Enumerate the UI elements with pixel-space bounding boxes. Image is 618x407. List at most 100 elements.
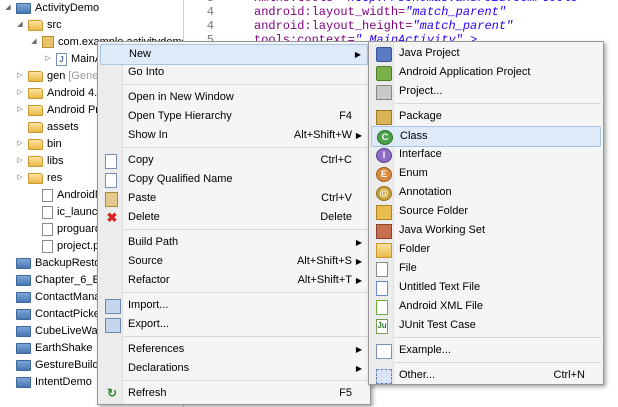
tree-item[interactable]: IntentDemo xyxy=(4,373,92,391)
expand-arrow-closed-icon[interactable]: ▷ xyxy=(16,67,24,85)
new-submenu-item-file[interactable]: File xyxy=(371,259,601,278)
new-submenu-item-annotation[interactable]: @ Annotation xyxy=(371,183,601,202)
tree-item[interactable]: ◢ src xyxy=(16,16,62,34)
menu-item-label: New xyxy=(129,48,152,60)
tree-item-label: assets xyxy=(47,121,79,133)
tree-item-label: src xyxy=(47,19,62,31)
project-icon xyxy=(16,308,31,320)
tree-item[interactable]: BackupRestore xyxy=(4,254,110,272)
tree-item[interactable]: ◢ ActivityDemo xyxy=(4,0,99,17)
menu-item-label: Package xyxy=(399,110,442,122)
tree-item[interactable]: ▷ bin xyxy=(16,135,62,153)
file-icon xyxy=(42,188,53,202)
expand-arrow-closed-icon[interactable]: ▷ xyxy=(16,169,24,187)
context-menu-item-paste[interactable]: Paste Ctrl+V xyxy=(100,189,368,208)
xml-file-icon xyxy=(376,300,388,315)
context-menu-item-source[interactable]: Source Alt+Shift+S ▶ xyxy=(100,252,368,271)
menu-item-label: Refresh xyxy=(128,387,167,399)
menu-item-label: Folder xyxy=(399,243,431,255)
package-icon xyxy=(376,110,392,125)
expand-arrow-open-icon[interactable]: ◢ xyxy=(16,16,24,34)
context-menu-item-declarations[interactable]: Declarations ▶ xyxy=(100,359,368,378)
tree-item-label: bin xyxy=(47,138,62,150)
tree-item-label: libs xyxy=(47,155,64,167)
expand-arrow-open-icon[interactable]: ◢ xyxy=(30,33,38,51)
menu-item-label: File xyxy=(399,262,417,274)
new-submenu-item-enum[interactable]: E Enum xyxy=(371,164,601,183)
menu-item-label: Example... xyxy=(399,344,451,356)
expand-arrow-closed-icon[interactable]: ▷ xyxy=(16,101,24,119)
tree-item-label: EarthShake xyxy=(35,342,93,354)
new-submenu-item-interface[interactable]: I Interface xyxy=(371,145,601,164)
new-submenu-item-package[interactable]: Package xyxy=(371,107,601,126)
tree-item-label: Chapter_6_Ea xyxy=(35,274,106,286)
context-menu-item-delete[interactable]: ✖ Delete Delete xyxy=(100,208,368,227)
tree-item[interactable]: ▷ Android 4.2 xyxy=(16,84,103,102)
code-line: android:layout_height="match_parent" xyxy=(254,19,513,33)
context-menu-item-show-in[interactable]: Show In Alt+Shift+W ▶ xyxy=(100,126,368,145)
import-icon xyxy=(105,299,121,314)
new-submenu-item-other[interactable]: Other... Ctrl+N xyxy=(371,366,601,385)
context-menu-item-go-into[interactable]: Go Into xyxy=(100,63,368,82)
tree-item[interactable]: EarthShake xyxy=(4,339,92,357)
new-submenu-item-junit-test-case[interactable]: Ju JUnit Test Case xyxy=(371,316,601,335)
new-submenu-item-class[interactable]: C Class xyxy=(371,126,601,147)
expand-arrow-closed-icon[interactable]: ▷ xyxy=(16,135,24,153)
refresh-icon: ↻ xyxy=(106,386,118,400)
expand-arrow-open-icon[interactable]: ◢ xyxy=(4,0,12,17)
context-menu-item-open-type-hierarchy[interactable]: Open Type Hierarchy F4 xyxy=(100,107,368,126)
context-menu-item-refresh[interactable]: ↻ Refresh F5 xyxy=(100,384,368,403)
expand-arrow-closed-icon[interactable]: ▷ xyxy=(44,50,52,68)
new-submenu-item-android-application-project[interactable]: Android Application Project xyxy=(371,63,601,82)
tree-item-label: IntentDemo xyxy=(35,376,92,388)
expand-arrow-closed-icon[interactable]: ▷ xyxy=(16,84,24,102)
folder-icon xyxy=(28,172,43,184)
context-menu-item-build-path[interactable]: Build Path ▶ xyxy=(100,233,368,252)
menu-item-label: Import... xyxy=(128,299,169,311)
new-submenu-item-project[interactable]: Project... xyxy=(371,82,601,101)
new-submenu-item-example[interactable]: Example... xyxy=(371,341,601,360)
project-icon xyxy=(16,257,31,269)
context-menu-item-refactor[interactable]: Refactor Alt+Shift+T ▶ xyxy=(100,271,368,290)
tree-item[interactable]: GestureBuilder xyxy=(4,356,108,374)
menu-item-shortcut: Alt+Shift+T xyxy=(297,274,352,286)
tree-item-label: res xyxy=(47,172,63,184)
context-menu-item-export[interactable]: Export... xyxy=(100,315,368,334)
context-menu-item-new[interactable]: New ▶ xyxy=(100,44,368,65)
menu-separator xyxy=(395,337,601,338)
tree-item[interactable]: Chapter_6_Ea xyxy=(4,271,106,289)
new-submenu-item-folder[interactable]: Folder xyxy=(371,240,601,259)
menu-item-label: Export... xyxy=(128,318,169,330)
new-submenu-item-android-xml-file[interactable]: Android XML File xyxy=(371,297,601,316)
tree-item[interactable]: ContactPicker xyxy=(4,305,103,323)
new-submenu-item-java-working-set[interactable]: Java Working Set xyxy=(371,221,601,240)
file-icon xyxy=(42,222,53,236)
menu-item-label: References xyxy=(128,343,185,355)
context-menu-item-import[interactable]: Import... xyxy=(100,296,368,315)
menu-item-label: Show In xyxy=(128,129,168,141)
menu-separator xyxy=(124,84,368,85)
menu-item-label: Android Application Project xyxy=(399,66,531,78)
expand-arrow-closed-icon[interactable]: ▷ xyxy=(16,152,24,170)
submenu-arrow-icon: ▶ xyxy=(355,276,362,285)
tree-item[interactable]: assets xyxy=(16,118,79,136)
context-menu-item-copy[interactable]: Copy Ctrl+C xyxy=(100,151,368,170)
menu-item-label: Declarations xyxy=(128,362,190,374)
submenu-arrow-icon: ▶ xyxy=(355,345,362,354)
context-menu-item-copy-qualified-name[interactable]: Copy Qualified Name xyxy=(100,170,368,189)
code-line: android:layout_width="match_parent" xyxy=(254,5,506,19)
new-submenu-item-java-project[interactable]: Java Project xyxy=(371,44,601,63)
context-menu-item-references[interactable]: References ▶ xyxy=(100,340,368,359)
tree-item-label: gen xyxy=(47,70,66,82)
project-icon xyxy=(16,359,31,371)
new-submenu-item-untitled-text-file[interactable]: Untitled Text File xyxy=(371,278,601,297)
menu-item-shortcut: Alt+Shift+W xyxy=(293,129,352,141)
tree-item[interactable]: ▷ libs xyxy=(16,152,64,170)
paste-icon xyxy=(105,192,118,207)
menu-separator xyxy=(124,380,368,381)
menu-item-label: Go Into xyxy=(128,66,165,78)
tree-item[interactable]: ▷ res xyxy=(16,169,62,187)
new-submenu-item-source-folder[interactable]: Source Folder xyxy=(371,202,601,221)
delete-icon: ✖ xyxy=(106,210,118,225)
context-menu-item-open-in-new-window[interactable]: Open in New Window xyxy=(100,88,368,107)
